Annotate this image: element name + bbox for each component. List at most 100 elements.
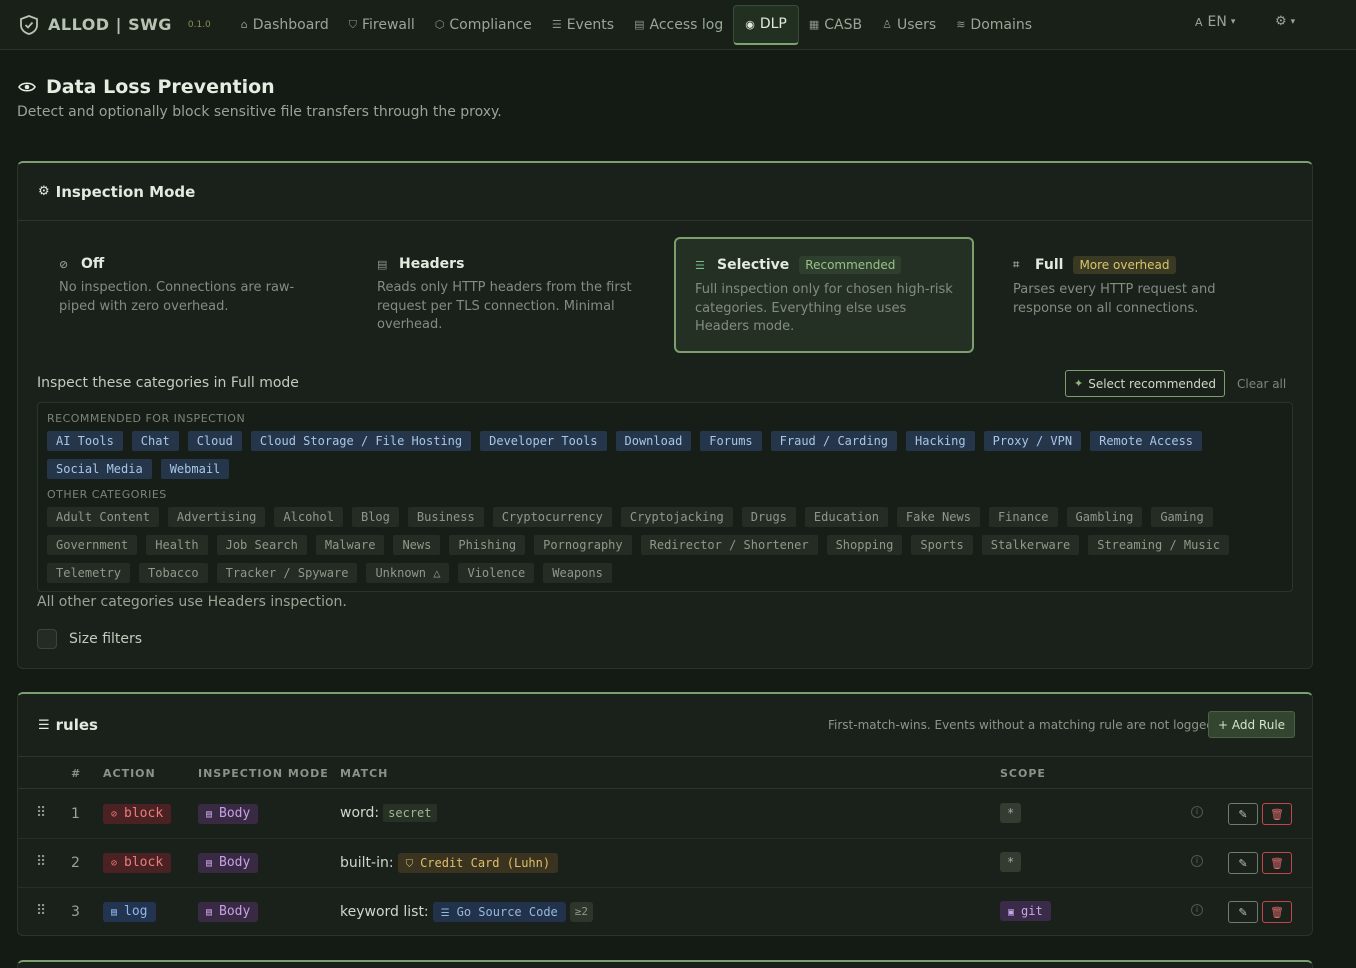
nav-label: DLP [759,16,787,32]
category-chip[interactable]: Gaming [1151,507,1213,527]
size-filters-checkbox[interactable] [37,629,57,649]
category-chip[interactable]: Unknown △ [366,563,450,583]
brand[interactable]: ALLOD | SWG 0.1.0 [20,14,211,35]
mode-description: Full inspection only for chosen high-ris… [695,282,953,334]
category-chip[interactable]: AI Tools [47,431,123,451]
card-header: ⚙ Inspection Mode [18,163,1312,221]
category-chip[interactable]: News [393,535,441,555]
category-chip[interactable]: Remote Access [1090,431,1203,451]
size-filters-toggle[interactable]: Size filters [37,629,142,649]
clipboard-icon: ▤ [111,907,118,918]
delete-button[interactable]: 🗑 [1262,852,1292,874]
category-chip[interactable]: Violence [458,563,535,583]
nav-firewall[interactable]: ⛉ Firewall [339,5,425,45]
edit-button[interactable]: ✎ [1228,901,1258,923]
action-badge: ⊘ block [103,804,172,824]
edit-button[interactable]: ✎ [1228,852,1258,874]
add-rule-button[interactable]: + Add Rule [1208,711,1296,738]
select-recommended-button[interactable]: ✦ Select recommended [1065,370,1226,397]
category-chip[interactable]: Pornography [534,535,632,555]
category-chip[interactable]: Blog [351,507,399,527]
users-icon: ♙ [882,18,892,31]
nav-label: CASB [824,16,863,33]
category-chip[interactable]: Alcohol [274,507,343,527]
category-chip[interactable]: Government [47,535,138,555]
settings-menu[interactable]: ⚙ ▾ [1275,14,1295,29]
eye-off-icon: ⊘ [59,257,69,271]
category-chip[interactable]: Cloud Storage / File Hosting [250,431,472,451]
category-chip[interactable]: Proxy / VPN [983,431,1082,451]
nav-users[interactable]: ♙ Users [872,5,946,45]
category-chip[interactable]: Adult Content [47,507,159,527]
category-chip[interactable]: Tracker / Spyware [216,563,358,583]
nav-label: Domains [970,16,1033,33]
category-chip[interactable]: Cryptojacking [620,507,733,527]
category-chip[interactable]: Social Media [47,459,152,479]
rules-card: ☰ rules First-match-wins. Events without… [17,692,1313,936]
mode-option-off[interactable]: ⊘ Off No inspection. Connections are raw… [39,237,339,353]
info-icon[interactable]: i [1191,806,1203,818]
category-chip[interactable]: Telemetry [47,563,131,583]
category-chip[interactable]: Shopping [826,535,903,555]
category-chip[interactable]: Advertising [167,507,266,527]
category-chip[interactable]: Job Search [216,535,307,555]
category-chip[interactable]: Drugs [741,507,796,527]
rule-number: 2 [71,855,80,871]
category-chip[interactable]: Tobacco [139,563,208,583]
category-chip[interactable]: Stalkerware [981,535,1080,555]
category-chip[interactable]: Sports [911,535,973,555]
drag-handle-icon[interactable]: ⠿ [36,854,46,870]
category-chip[interactable]: Business [407,507,484,527]
delete-button[interactable]: 🗑 [1262,803,1292,825]
sparkle-icon: ✦ [1074,377,1084,390]
nav-dashboard[interactable]: ⌂ Dashboard [231,5,339,45]
info-icon[interactable]: i [1191,855,1203,867]
nav-access-log[interactable]: ▤ Access log [624,5,733,45]
next-card [17,960,1313,968]
nav-events[interactable]: ☰ Events [542,5,624,45]
category-chip[interactable]: Fraud / Carding [770,431,898,451]
clear-all-link[interactable]: Clear all [1237,377,1286,391]
table-row: ⠿ 2 ⊘ block ▤ Body built-in: ⛉ Credit Card (… [18,839,1312,888]
category-chip[interactable]: Developer Tools [480,431,607,451]
category-chip[interactable]: Gambling [1066,507,1143,527]
category-chip[interactable]: Redirector / Shortener [640,535,818,555]
button-label: Select recommended [1088,376,1217,391]
category-chip[interactable]: Download [615,431,692,451]
shield-icon: ⛉ [405,859,414,870]
category-chip[interactable]: Streaming / Music [1088,535,1230,555]
shield-icon: ⛉ [348,17,357,31]
category-chip[interactable]: Hacking [906,431,975,451]
nav-compliance[interactable]: ⬡ Compliance [425,5,542,45]
category-chip[interactable]: Malware [315,535,385,555]
category-chip[interactable]: Phishing [449,535,526,555]
category-chip[interactable]: Cryptocurrency [492,507,612,527]
drag-handle-icon[interactable]: ⠿ [36,805,46,821]
mode-label: Body [219,855,251,870]
category-chip[interactable]: Weapons [543,563,612,583]
category-chip[interactable]: Cloud [187,431,242,451]
category-chip[interactable]: Webmail [160,459,230,479]
nav-dlp[interactable]: ◉ DLP [733,4,799,45]
category-chip[interactable]: Forums [700,431,762,451]
category-chip[interactable]: Fake News [896,507,980,527]
mode-name: Off [81,256,105,272]
drag-handle-icon[interactable]: ⠿ [36,903,46,919]
categories-note: All other categories use Headers inspect… [37,594,347,610]
info-icon[interactable]: i [1191,904,1203,916]
mode-option-selective[interactable]: ☰ Selective Recommended Full inspection … [674,237,974,353]
category-chip[interactable]: Chat [131,431,179,451]
language-selector[interactable]: A EN ▾ [1195,14,1235,30]
category-chip[interactable]: Finance [988,507,1058,527]
delete-button[interactable]: 🗑 [1262,901,1292,923]
nav-casb[interactable]: ▦ CASB [799,5,872,45]
document-icon: ▤ [206,907,213,918]
scope-badge: * [1000,852,1022,872]
mode-option-headers[interactable]: ▤ Headers Reads only HTTP headers from t… [357,237,657,353]
nav-domains[interactable]: ≋ Domains [946,5,1042,45]
match-type: built-in: [340,855,394,871]
category-chip[interactable]: Health [146,535,208,555]
edit-button[interactable]: ✎ [1228,803,1258,825]
category-chip[interactable]: Education [804,507,888,527]
mode-option-full[interactable]: ⌗ Full More overhead Parses every HTTP r… [993,237,1293,353]
